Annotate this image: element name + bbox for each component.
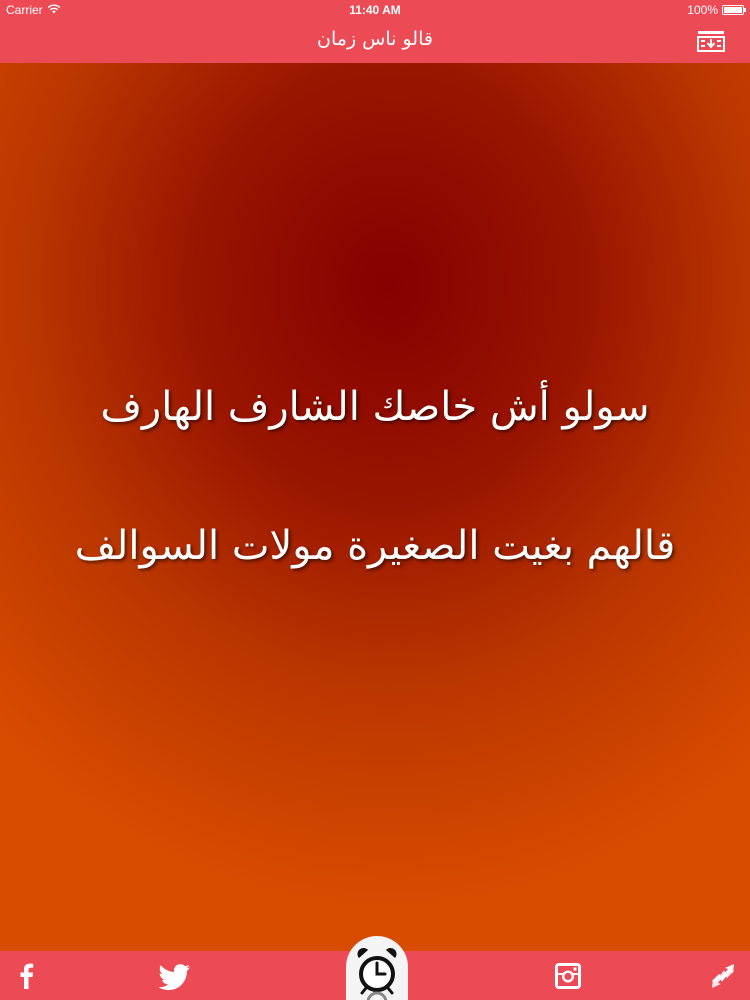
facebook-icon bbox=[20, 963, 34, 989]
battery-fill bbox=[724, 7, 742, 13]
download-list-button[interactable] bbox=[696, 29, 726, 53]
quote-line-1: سولو أش خاصك الشارف الهارف bbox=[100, 384, 650, 430]
nav-title: قالو ناس زمان bbox=[317, 28, 433, 50]
battery-icon bbox=[722, 5, 746, 15]
nav-bar: قالو ناس زمان bbox=[0, 20, 750, 63]
status-bar: Carrier 11:40 AM 100% bbox=[0, 0, 750, 20]
instagram-button[interactable] bbox=[553, 961, 583, 991]
app-screen: Carrier 11:40 AM 100% قالو ناس زمان سولو… bbox=[0, 0, 750, 1000]
download-list-icon bbox=[697, 31, 725, 52]
facebook-button[interactable] bbox=[12, 961, 42, 991]
alarm-clock-icon bbox=[357, 947, 397, 1000]
shuffle-icon bbox=[712, 964, 734, 988]
quote-area: سولو أش خاصك الشارف الهارف قالهم بغيت ال… bbox=[0, 63, 750, 951]
twitter-button[interactable] bbox=[158, 961, 192, 991]
twitter-icon bbox=[158, 964, 190, 990]
battery-percent: 100% bbox=[687, 3, 718, 17]
status-right: 100% bbox=[687, 3, 746, 17]
alarm-button[interactable] bbox=[346, 936, 408, 1000]
quote-line-2: قالهم بغيت الصغيرة مولات السوالف bbox=[74, 523, 676, 569]
instagram-icon bbox=[555, 963, 581, 989]
shuffle-button[interactable] bbox=[708, 961, 738, 991]
status-time: 11:40 AM bbox=[349, 3, 401, 17]
